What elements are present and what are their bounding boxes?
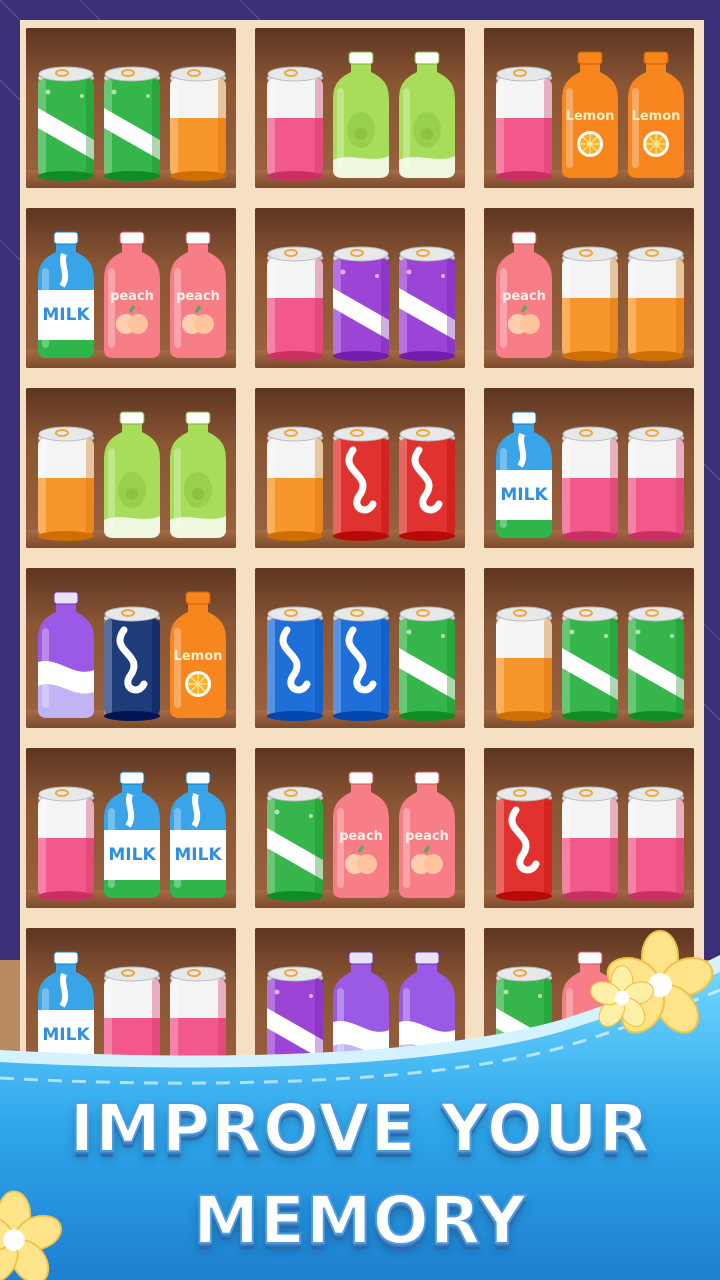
soda-can[interactable] bbox=[558, 592, 622, 722]
bottle-label: MILK bbox=[174, 845, 222, 865]
plain-can[interactable] bbox=[558, 412, 622, 542]
soda-can[interactable] bbox=[263, 952, 327, 1082]
soda-can[interactable] bbox=[624, 592, 688, 722]
bottle-label: MILK bbox=[108, 845, 156, 865]
plain-can[interactable] bbox=[166, 52, 230, 182]
soda-can[interactable] bbox=[100, 52, 164, 182]
bottle-label: peach bbox=[405, 829, 449, 844]
grape-bottle[interactable] bbox=[395, 951, 459, 1082]
grape-bottle[interactable] bbox=[34, 591, 98, 722]
avocado-bottle[interactable] bbox=[329, 51, 393, 182]
soda-can[interactable] bbox=[34, 52, 98, 182]
shelf-slot[interactable] bbox=[255, 208, 465, 368]
bottle-label: peach bbox=[502, 289, 546, 304]
plain-can[interactable] bbox=[558, 772, 622, 902]
plain-can[interactable] bbox=[624, 412, 688, 542]
shelf-board: Lemon Lemon MILK peach peach peach MILK … bbox=[20, 20, 704, 1088]
shelf-slot[interactable] bbox=[26, 388, 236, 548]
soda-can[interactable] bbox=[395, 232, 459, 362]
cola-can[interactable] bbox=[263, 592, 327, 722]
soda-can[interactable] bbox=[492, 952, 556, 1082]
headline-line-1: IMPROVE YOUR bbox=[69, 1089, 651, 1168]
shelf-slot[interactable] bbox=[255, 928, 465, 1088]
shelf-slot[interactable]: MILK peach peach bbox=[26, 208, 236, 368]
cola-can[interactable] bbox=[329, 592, 393, 722]
avocado-bottle[interactable] bbox=[166, 411, 230, 542]
cola-can[interactable] bbox=[329, 412, 393, 542]
bottle-label: MILK bbox=[42, 1025, 90, 1045]
shelf-slot[interactable] bbox=[484, 748, 694, 908]
shelf-slot[interactable] bbox=[255, 568, 465, 728]
lemon-bottle[interactable]: Lemon bbox=[166, 591, 230, 722]
plain-can[interactable] bbox=[624, 232, 688, 362]
plain-can[interactable] bbox=[100, 952, 164, 1082]
bottle-label: peach bbox=[176, 289, 220, 304]
plain-can[interactable] bbox=[263, 52, 327, 182]
peach-bottle[interactable]: peach bbox=[166, 231, 230, 362]
plain-can[interactable] bbox=[624, 952, 688, 1082]
shelf-slot[interactable] bbox=[255, 388, 465, 548]
grape-bottle[interactable] bbox=[329, 951, 393, 1082]
shelf-slot[interactable] bbox=[484, 568, 694, 728]
milk-bottle[interactable]: MILK bbox=[34, 231, 98, 362]
plain-can[interactable] bbox=[34, 412, 98, 542]
headline-line-2: MEMORY bbox=[192, 1181, 527, 1260]
plain-can[interactable] bbox=[263, 232, 327, 362]
soda-can[interactable] bbox=[329, 232, 393, 362]
peach-bottle[interactable]: peach bbox=[492, 231, 556, 362]
bottle-label: Lemon bbox=[566, 109, 615, 124]
shelf-slot[interactable] bbox=[255, 28, 465, 188]
milk-bottle[interactable]: MILK bbox=[166, 771, 230, 902]
lemon-bottle[interactable]: Lemon bbox=[624, 51, 688, 182]
peach-bottle[interactable]: peach bbox=[329, 771, 393, 902]
cola-can[interactable] bbox=[492, 772, 556, 902]
shelf-slot[interactable]: MILK bbox=[484, 388, 694, 548]
lemon-bottle[interactable]: Lemon bbox=[558, 51, 622, 182]
avocado-bottle[interactable] bbox=[100, 411, 164, 542]
cola-can[interactable] bbox=[100, 592, 164, 722]
shelf-slot[interactable] bbox=[484, 928, 694, 1088]
plain-can[interactable] bbox=[558, 232, 622, 362]
milk-bottle[interactable]: MILK bbox=[100, 771, 164, 902]
shelf-slot[interactable]: Lemon Lemon bbox=[484, 28, 694, 188]
shelf-slot[interactable] bbox=[26, 28, 236, 188]
cola-can[interactable] bbox=[395, 412, 459, 542]
bottle-label: peach bbox=[110, 289, 154, 304]
plain-can[interactable] bbox=[492, 592, 556, 722]
milk-bottle[interactable]: MILK bbox=[34, 951, 98, 1082]
shelf-slot[interactable]: Lemon bbox=[26, 568, 236, 728]
avocado-bottle[interactable] bbox=[395, 51, 459, 182]
shelf-slot[interactable]: peach bbox=[484, 208, 694, 368]
plain-can[interactable] bbox=[263, 412, 327, 542]
bottle-label: peach bbox=[339, 829, 383, 844]
shelf-slot[interactable]: MILK MILK bbox=[26, 748, 236, 908]
peach-bottle[interactable] bbox=[558, 951, 622, 1082]
bottle-label: MILK bbox=[42, 305, 90, 325]
bottle-label: Lemon bbox=[632, 109, 681, 124]
peach-bottle[interactable]: peach bbox=[100, 231, 164, 362]
shelf-slot[interactable]: peach peach bbox=[255, 748, 465, 908]
milk-bottle[interactable]: MILK bbox=[492, 411, 556, 542]
bottle-label: MILK bbox=[500, 485, 548, 505]
shelf-slot[interactable]: MILK bbox=[26, 928, 236, 1088]
peach-bottle[interactable]: peach bbox=[395, 771, 459, 902]
plain-can[interactable] bbox=[624, 772, 688, 902]
bottle-label: Lemon bbox=[174, 649, 223, 664]
soda-can[interactable] bbox=[263, 772, 327, 902]
plain-can[interactable] bbox=[34, 772, 98, 902]
plain-can[interactable] bbox=[492, 52, 556, 182]
plain-can[interactable] bbox=[166, 952, 230, 1082]
soda-can[interactable] bbox=[395, 592, 459, 722]
